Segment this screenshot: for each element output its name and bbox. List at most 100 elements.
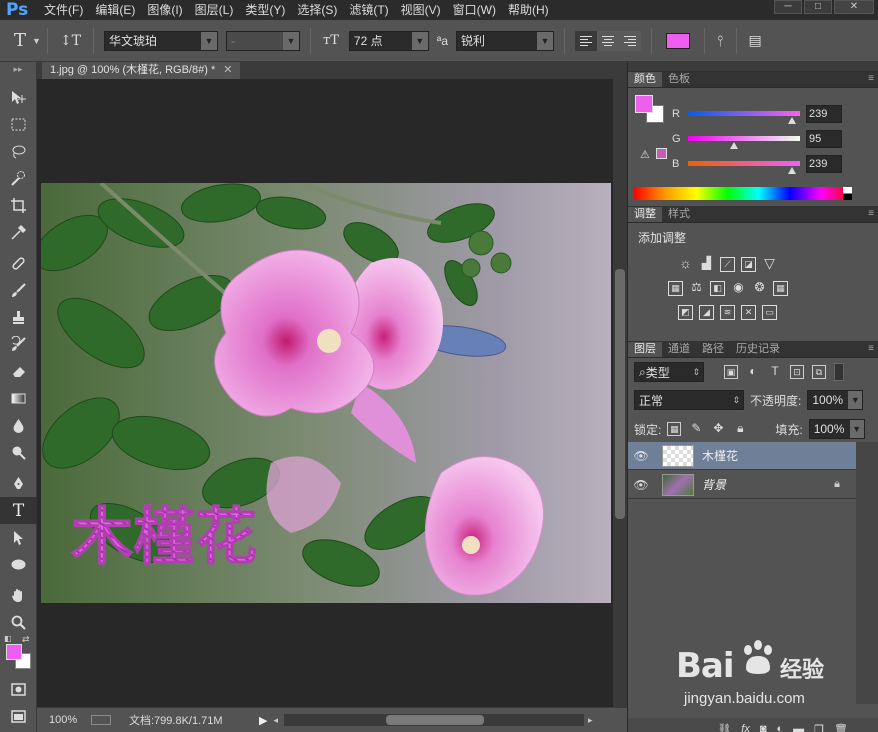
healing-brush-tool-icon[interactable] (0, 250, 37, 277)
warp-text-icon[interactable]: ⫯ (717, 32, 724, 50)
default-colors-icon[interactable]: ◧ (4, 634, 12, 643)
eraser-tool-icon[interactable] (0, 358, 37, 385)
layer-row-background[interactable]: 👁︎ 背景 🔒︎ (628, 471, 856, 499)
brush-tool-icon[interactable] (0, 277, 37, 304)
menu-type[interactable]: 类型(Y) (239, 0, 291, 20)
color-lookup-icon[interactable]: ▦ (773, 281, 788, 296)
horizontal-scroll-thumb[interactable] (386, 715, 484, 725)
align-left-button[interactable] (575, 30, 598, 51)
filter-smart-object-icon[interactable]: ⧉ (812, 365, 826, 379)
gradient-map-icon[interactable]: ▭ (762, 305, 777, 320)
gradient-tool-icon[interactable] (0, 385, 37, 412)
menu-filter[interactable]: 滤镜(T) (343, 0, 394, 20)
close-button[interactable]: ✕ (834, 0, 874, 14)
font-style-select[interactable]: - ▼ (226, 30, 301, 51)
brightness-icon[interactable]: ☼ (678, 256, 693, 272)
panel-menu-icon[interactable]: ≡ (868, 73, 874, 84)
maximize-button[interactable]: □ (804, 0, 832, 14)
foreground-color-swatch[interactable] (6, 644, 22, 660)
layers-scrollbar[interactable] (856, 442, 878, 704)
pen-tool-icon[interactable] (0, 470, 37, 497)
menu-file[interactable]: 文件(F) (38, 0, 89, 20)
quick-mask-icon[interactable] (0, 676, 37, 703)
layer-filter-select[interactable]: ⌕ 类型 ⇕ (634, 362, 704, 382)
ellipse-tool-icon[interactable] (0, 551, 37, 578)
threshold-icon[interactable]: ≋ (720, 305, 735, 320)
canvas-area[interactable]: 木槿花 (37, 79, 613, 707)
panel-menu-icon[interactable]: ≡ (868, 343, 874, 354)
document-tab[interactable]: 1.jpg @ 100% (木槿花, RGB/8#) * ✕ (42, 62, 241, 79)
tab-swatches[interactable]: 色板 (662, 72, 696, 87)
new-group-icon[interactable]: ▬ (793, 723, 804, 732)
lock-all-icon[interactable]: 🔒︎ (733, 422, 747, 436)
zoom-tool-icon[interactable] (0, 609, 37, 636)
vertical-scroll-thumb[interactable] (615, 269, 625, 519)
red-slider[interactable]: R 239 (672, 105, 872, 130)
color-spectrum[interactable] (634, 187, 852, 200)
panel-menu-icon[interactable]: ≡ (868, 208, 874, 219)
tab-history[interactable]: 历史记录 (730, 342, 786, 357)
selective-color-icon[interactable]: ✕ (741, 305, 756, 320)
eyedropper-tool-icon[interactable] (0, 219, 37, 246)
menu-window[interactable]: 窗口(W) (447, 0, 502, 20)
lock-position-icon[interactable]: ✥ (711, 422, 725, 436)
black-white-icon[interactable]: ◧ (710, 281, 725, 296)
hand-tool-icon[interactable] (0, 582, 37, 609)
red-track[interactable] (688, 111, 800, 116)
blur-tool-icon[interactable] (0, 412, 37, 439)
clone-stamp-tool-icon[interactable] (0, 304, 37, 331)
path-selection-tool-icon[interactable] (0, 524, 37, 551)
delete-layer-icon[interactable]: 🗑︎ (834, 723, 848, 732)
toggle-orientation-icon[interactable]: ↕T (60, 33, 81, 49)
visibility-eye-icon[interactable]: 👁︎ (628, 478, 654, 492)
posterize-icon[interactable]: ◢ (699, 305, 714, 320)
vibrance-icon[interactable]: ▽ (762, 256, 777, 272)
document-image[interactable]: 木槿花 (41, 183, 611, 603)
tab-channels[interactable]: 通道 (662, 342, 696, 357)
filter-adjustment-icon[interactable]: ◐ (746, 365, 760, 379)
fill-field[interactable]: 100% ▼ (808, 419, 865, 439)
gamut-warning-icon[interactable]: ⚠ (640, 148, 650, 161)
blue-track[interactable] (688, 161, 800, 166)
menu-layer[interactable]: 图层(L) (189, 0, 240, 20)
quick-select-tool-icon[interactable] (0, 165, 37, 192)
curves-icon[interactable]: ⟋ (720, 257, 735, 272)
color-panel-foreground[interactable] (635, 95, 653, 113)
history-brush-tool-icon[interactable] (0, 331, 37, 358)
lasso-tool-icon[interactable] (0, 138, 37, 165)
blue-value[interactable]: 239 (806, 155, 842, 173)
scroll-right-icon[interactable]: ▸ (588, 715, 593, 726)
status-menu-arrow-icon[interactable]: ▶ (259, 714, 267, 727)
tab-layers[interactable]: 图层 (628, 342, 662, 357)
color-balance-icon[interactable]: ⚖ (689, 281, 704, 296)
invert-icon[interactable]: ◩ (678, 305, 693, 320)
close-tab-icon[interactable]: ✕ (223, 64, 232, 76)
new-layer-icon[interactable]: ❐ (814, 723, 824, 732)
exposure-icon[interactable]: ◪ (741, 257, 756, 272)
font-size-select[interactable]: 72 点 ▼ (348, 30, 429, 51)
red-value[interactable]: 239 (806, 105, 842, 123)
vertical-scrollbar[interactable] (613, 79, 627, 707)
hue-saturation-icon[interactable]: ▦ (668, 281, 683, 296)
align-right-button[interactable] (619, 30, 642, 51)
blend-mode-select[interactable]: 正常 ⇕ (634, 390, 744, 410)
green-slider[interactable]: G 95 (672, 130, 872, 155)
layer-style-icon[interactable]: fx (741, 723, 750, 732)
menu-edit[interactable]: 编辑(E) (89, 0, 141, 20)
tool-preset-arrow-icon[interactable]: ▼ (32, 36, 41, 46)
tab-styles[interactable]: 样式 (662, 207, 696, 222)
marquee-tool-icon[interactable] (0, 111, 37, 138)
lock-transparent-icon[interactable]: ▦ (667, 422, 682, 436)
layer-thumbnail[interactable] (662, 444, 694, 467)
swap-colors-icon[interactable]: ⇄ (22, 634, 30, 645)
filter-toggle[interactable] (834, 363, 844, 381)
gamut-swatch[interactable] (656, 148, 667, 159)
menu-select[interactable]: 选择(S) (291, 0, 343, 20)
antialias-select[interactable]: 锐利 ▼ (456, 30, 555, 51)
type-tool-icon[interactable]: T (14, 30, 26, 51)
move-tool-icon[interactable] (0, 84, 37, 111)
add-mask-icon[interactable]: ◙ (760, 723, 767, 732)
new-adjustment-icon[interactable]: ◐ (777, 723, 784, 732)
text-color-swatch[interactable] (666, 32, 691, 49)
visibility-eye-icon[interactable]: 👁︎ (628, 449, 654, 463)
